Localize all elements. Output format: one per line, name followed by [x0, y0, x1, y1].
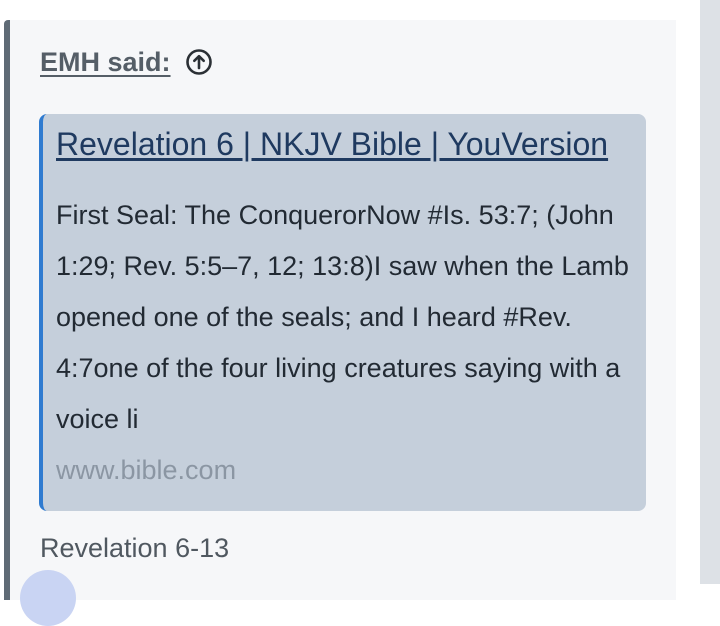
- quote-text: Revelation 6-13: [40, 533, 230, 563]
- avatar: [20, 570, 76, 626]
- arrow-up-circle-icon[interactable]: [185, 48, 213, 76]
- link-preview-domain: www.bible.com: [56, 455, 237, 485]
- link-preview-description: First Seal: The ConquerorNow #Is. 53:7; …: [56, 200, 629, 434]
- quote-header: EMH said:: [40, 44, 213, 80]
- quote-author-link[interactable]: EMH said:: [40, 47, 171, 78]
- link-preview-title[interactable]: Revelation 6 | NKJV Bible | YouVersion: [56, 126, 608, 163]
- right-edge-panel: [700, 0, 720, 584]
- quote-left-border: [4, 20, 10, 600]
